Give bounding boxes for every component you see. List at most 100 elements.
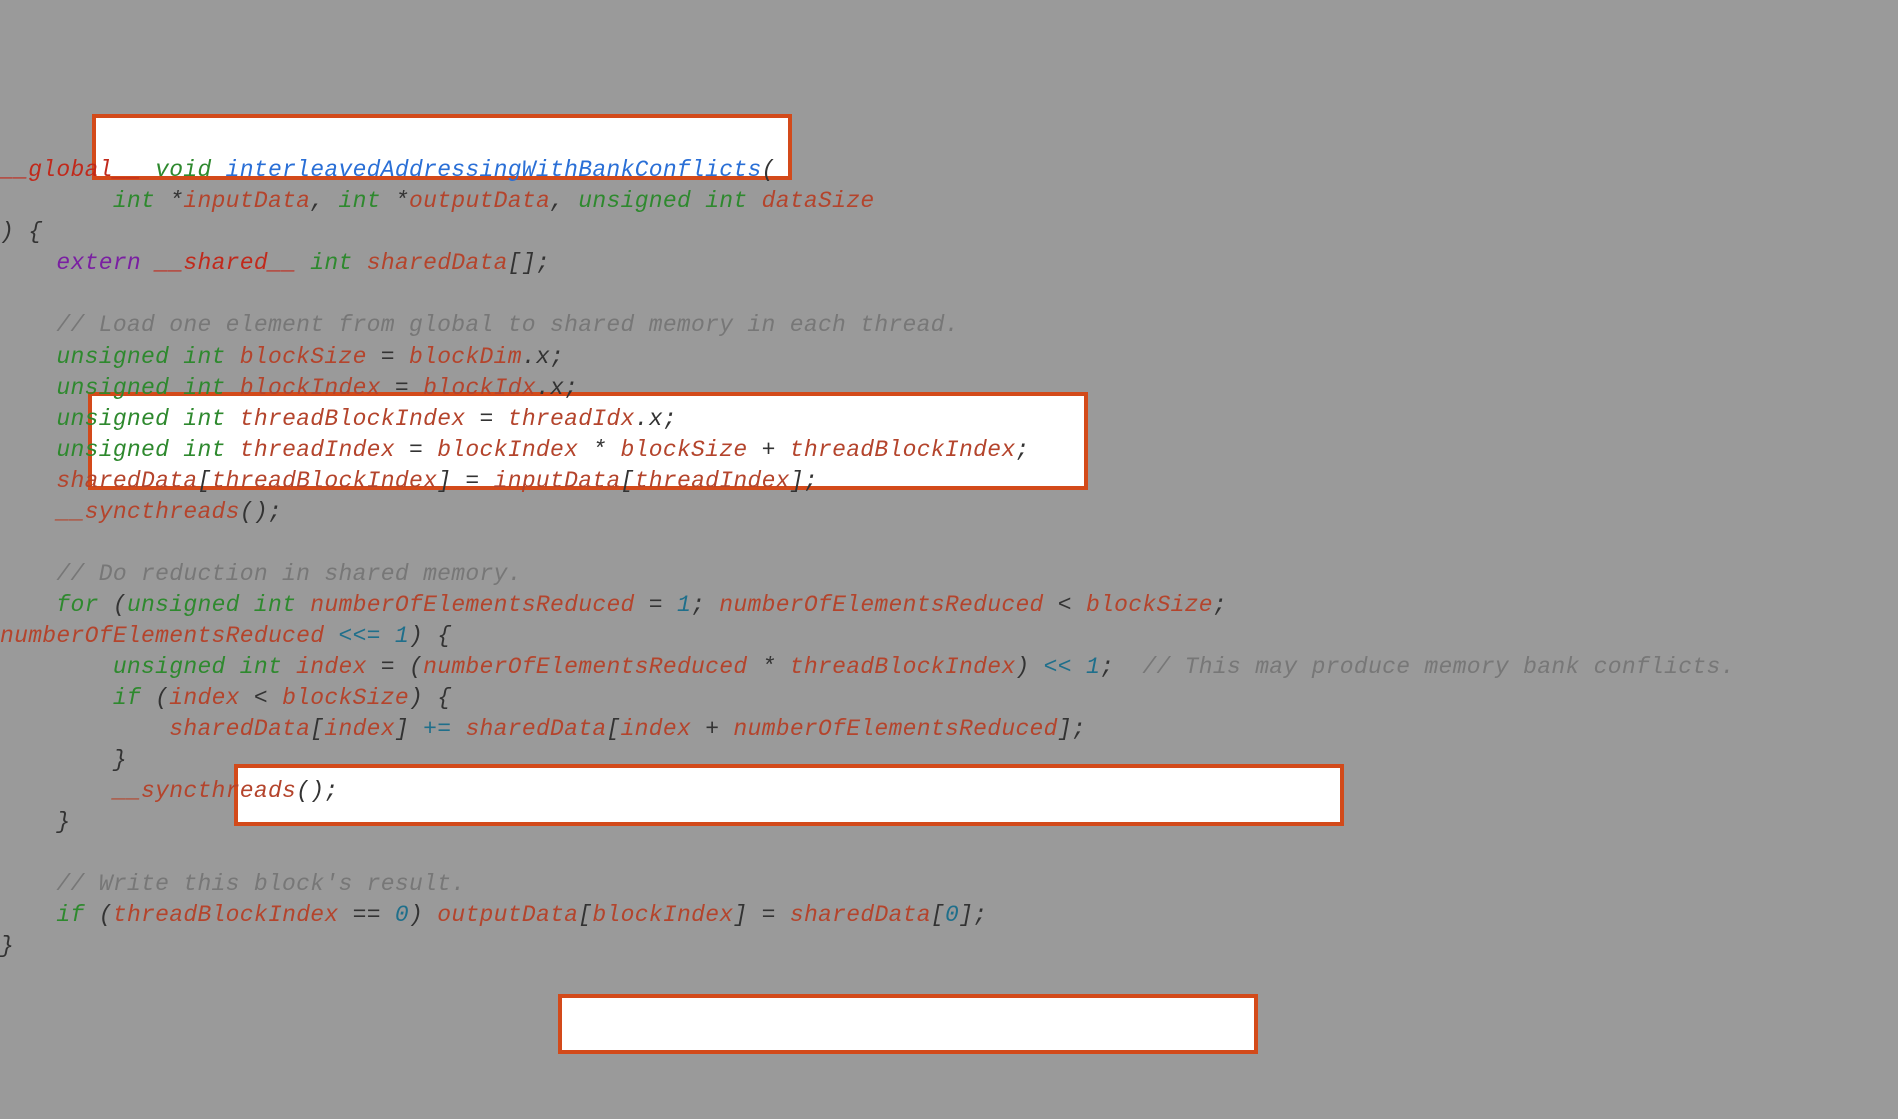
indent (0, 778, 113, 804)
var: blockIndex (592, 902, 733, 928)
indent (0, 747, 113, 773)
kw-void: void (141, 157, 226, 183)
bracket-eq: ] = (437, 468, 493, 494)
eq: = (465, 406, 507, 432)
indent (0, 312, 56, 338)
var: index (621, 716, 692, 742)
comment: // Write this block's result. (56, 871, 465, 897)
op: + (747, 437, 789, 463)
brace-close: } (0, 933, 14, 959)
op-plus-eq: += (423, 716, 451, 742)
plus: + (691, 716, 733, 742)
num-1: 1 (395, 623, 409, 649)
rhs: blockDim (409, 344, 522, 370)
indent (0, 561, 56, 587)
close: ) (1015, 654, 1043, 680)
eq: = (367, 344, 409, 370)
var: blockIndex (437, 437, 578, 463)
indent (0, 406, 56, 432)
highlight-box-4 (558, 994, 1258, 1054)
var-threadIndex: threadIndex (240, 437, 395, 463)
semi: ; (1213, 592, 1241, 618)
param-inputData: inputData (183, 188, 310, 214)
var-blockIndex: blockIndex (240, 375, 381, 401)
kw-shared: __shared__ (155, 250, 296, 276)
kw-extern: extern (56, 250, 141, 276)
open: ( (141, 685, 169, 711)
paren-open: ( (762, 157, 776, 183)
var: outputData (437, 902, 578, 928)
close: ) (409, 902, 437, 928)
type-int: int (339, 188, 395, 214)
rhs: threadIdx (508, 406, 635, 432)
num-1: 1 (1086, 654, 1100, 680)
type-int: int (113, 188, 169, 214)
type: unsigned int (56, 406, 239, 432)
var: sharedData (465, 716, 606, 742)
star: * (395, 188, 409, 214)
indent (0, 375, 56, 401)
indent (0, 716, 169, 742)
comment: // This may produce memory bank conflict… (1142, 654, 1734, 680)
var-sharedData: sharedData (367, 250, 508, 276)
bracket: [ (621, 468, 635, 494)
indent (0, 188, 113, 214)
var: numberOfElementsReduced (310, 592, 634, 618)
space (451, 716, 465, 742)
param-dataSize: dataSize (762, 188, 875, 214)
var: index (169, 685, 240, 711)
type: unsigned int (56, 375, 239, 401)
indent (0, 871, 56, 897)
var: numberOfElementsReduced (423, 654, 747, 680)
dotx: .x; (635, 406, 677, 432)
dotx: .x; (536, 375, 578, 401)
type: unsigned int (56, 344, 239, 370)
space (141, 250, 155, 276)
eq: = (395, 437, 437, 463)
var: numberOfElementsReduced (733, 716, 1057, 742)
bracket: ] (395, 716, 423, 742)
num-0: 0 (395, 902, 409, 928)
fn-syncthreads: __syncthreads (113, 778, 296, 804)
brace: } (56, 809, 70, 835)
indent (0, 902, 56, 928)
close: ) { (409, 623, 451, 649)
open: ( (85, 902, 113, 928)
bracket: ]; (1058, 716, 1086, 742)
type-unsigned-int: unsigned int (578, 188, 761, 214)
param-outputData: outputData (409, 188, 550, 214)
op: * (578, 437, 620, 463)
indent (0, 250, 56, 276)
type: unsigned int (56, 437, 239, 463)
var: threadIndex (635, 468, 790, 494)
kw-for: for (56, 592, 98, 618)
indent (0, 344, 56, 370)
bracket: ] = (733, 902, 789, 928)
var-threadBlockIndex: threadBlockIndex (240, 406, 466, 432)
dotx: .x; (522, 344, 564, 370)
type-int: int (310, 250, 366, 276)
var: threadBlockIndex (212, 468, 438, 494)
bracket: [ (197, 468, 211, 494)
num-0: 0 (945, 902, 959, 928)
indent (0, 592, 56, 618)
var: blockSize (621, 437, 748, 463)
var: threadBlockIndex (790, 654, 1016, 680)
type: unsigned int (127, 592, 310, 618)
type: unsigned int (113, 654, 296, 680)
var: sharedData (790, 902, 931, 928)
semi: ; (1015, 437, 1029, 463)
op: * (747, 654, 789, 680)
bracket: [ (931, 902, 945, 928)
var: threadBlockIndex (113, 902, 339, 928)
bracket: [ (310, 716, 324, 742)
var: inputData (494, 468, 621, 494)
eq: = (635, 592, 677, 618)
comment: // Load one element from global to share… (56, 312, 959, 338)
var: sharedData (56, 468, 197, 494)
var-blockSize: blockSize (240, 344, 367, 370)
var-index: index (296, 654, 367, 680)
open: ( (99, 592, 127, 618)
space (296, 250, 310, 276)
call: (); (240, 499, 282, 525)
